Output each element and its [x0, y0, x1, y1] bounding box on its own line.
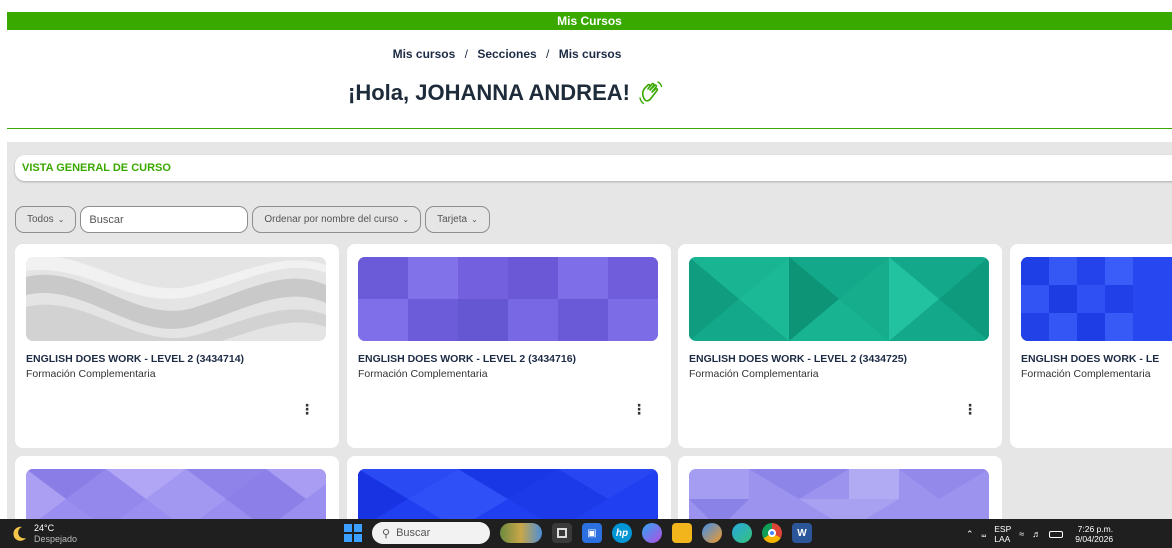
waving-hand-icon	[639, 81, 663, 105]
course-category: Formación Complementaria	[358, 368, 488, 380]
grouping-dropdown[interactable]: Todos ⌄	[15, 206, 77, 233]
course-image[interactable]	[26, 257, 326, 341]
greeting-heading: ¡Hola, JOHANNA ANDREA!	[0, 78, 1014, 108]
location-off-icon[interactable]: ⧢	[982, 529, 987, 540]
course-image[interactable]	[358, 257, 658, 341]
breadcrumb-separator: /	[546, 47, 550, 61]
course-title[interactable]: ENGLISH DOES WORK - LE	[1021, 353, 1159, 365]
windows-start-icon[interactable]	[344, 524, 362, 542]
sort-dropdown[interactable]: Ordenar por nombre del curso ⌄	[252, 206, 422, 233]
store-icon[interactable]: ▣	[582, 523, 602, 543]
taskbar-search[interactable]: ⚲ Buscar	[372, 522, 490, 544]
breadcrumb-item-mis-cursos[interactable]: Mis cursos	[393, 47, 456, 61]
chevron-down-icon: ⌄	[57, 215, 65, 224]
language-region: LAA	[994, 534, 1011, 544]
course-image[interactable]	[358, 469, 658, 519]
course-overview-header: VISTA GENERAL DE CURSO	[15, 155, 1172, 181]
os-taskbar: 24°C Despejado ⚲ Buscar ▣ hp W ⌃ ⧢ ESP L…	[0, 519, 1172, 548]
course-image[interactable]	[689, 469, 989, 519]
more-options-icon[interactable]: ⋮	[632, 402, 646, 416]
course-category: Formación Complementaria	[26, 368, 156, 380]
hp-icon[interactable]: hp	[612, 523, 632, 543]
edge-icon[interactable]	[732, 523, 752, 543]
language-code: ESP	[994, 524, 1012, 534]
clock-date: 9/04/2026	[1075, 534, 1114, 544]
taskbar-clock[interactable]: 7:26 p.m. 9/04/2026	[1075, 524, 1113, 544]
chevron-down-icon: ⌄	[471, 215, 478, 224]
weather-widget[interactable]: 24°C Despejado	[10, 523, 77, 545]
speaker-icon[interactable]: ♬	[1032, 529, 1041, 539]
wifi-icon[interactable]: ≈	[1019, 529, 1024, 539]
grouping-label: Todos	[27, 214, 54, 225]
course-overview-area: VISTA GENERAL DE CURSO Todos ⌄ Ordenar p…	[7, 142, 1172, 519]
greeting-text: ¡Hola, JOHANNA ANDREA!	[348, 80, 630, 105]
course-card[interactable]	[15, 456, 339, 519]
breadcrumb: Mis cursos / Secciones / Mis cursos	[0, 47, 1014, 61]
photos-icon[interactable]	[702, 523, 722, 543]
weather-desc: Despejado	[34, 534, 78, 544]
course-card[interactable]: ENGLISH DOES WORK - LE Formación Complem…	[1010, 244, 1172, 448]
course-search-input[interactable]	[80, 206, 249, 233]
chrome-icon[interactable]	[762, 523, 782, 543]
word-icon[interactable]: W	[792, 523, 812, 543]
taskbar-apps: ⚲ Buscar ▣ hp W	[344, 522, 812, 544]
chevron-down-icon: ⌄	[402, 215, 410, 224]
weather-temp: 24°C	[34, 523, 55, 533]
course-image[interactable]	[689, 257, 989, 341]
course-category: Formación Complementaria	[689, 368, 819, 380]
widgets-icon[interactable]	[500, 523, 542, 543]
moon-icon	[13, 526, 26, 541]
course-card[interactable]: ENGLISH DOES WORK - LEVEL 2 (3434716) Fo…	[347, 244, 671, 448]
course-card[interactable]: ENGLISH DOES WORK - LEVEL 2 (3434725) Fo…	[678, 244, 1002, 448]
banner-title: Mis Cursos	[557, 14, 622, 28]
task-view-icon[interactable]	[552, 523, 572, 543]
search-icon: ⚲	[382, 527, 391, 540]
breadcrumb-item-secciones[interactable]: Secciones	[477, 47, 536, 61]
clock-time: 7:26 p.m.	[1077, 524, 1114, 534]
view-label: Tarjeta	[437, 214, 468, 225]
view-dropdown[interactable]: Tarjeta ⌄	[425, 206, 490, 233]
course-category: Formación Complementaria	[1021, 368, 1151, 380]
course-title[interactable]: ENGLISH DOES WORK - LEVEL 2 (3434716)	[358, 353, 576, 365]
course-title[interactable]: ENGLISH DOES WORK - LEVEL 2 (3434714)	[26, 353, 244, 365]
language-indicator[interactable]: ESP LAA	[994, 524, 1011, 544]
course-image[interactable]	[1021, 257, 1172, 341]
top-banner: Mis Cursos	[7, 12, 1172, 30]
system-tray: ⌃ ⧢ ESP LAA ≈ ♬ 7:26 p.m. 9/04/2026	[966, 524, 1113, 544]
course-card[interactable]: ENGLISH DOES WORK - LEVEL 2 (3434714) Fo…	[15, 244, 339, 448]
header-divider	[7, 128, 1172, 129]
more-options-icon[interactable]: ⋮	[963, 402, 977, 416]
breadcrumb-separator: /	[464, 47, 468, 61]
overview-title: VISTA GENERAL DE CURSO	[22, 162, 171, 174]
filter-bar: Todos ⌄ Ordenar por nombre del curso ⌄ T…	[15, 206, 490, 233]
course-image[interactable]	[26, 469, 326, 519]
more-options-icon[interactable]: ⋮	[300, 402, 314, 416]
chevron-up-icon[interactable]: ⌃	[966, 529, 974, 540]
copilot-icon[interactable]	[642, 523, 662, 543]
course-title[interactable]: ENGLISH DOES WORK - LEVEL 2 (3434725)	[689, 353, 907, 365]
folder-icon[interactable]	[672, 523, 692, 543]
sort-label: Ordenar por nombre del curso	[264, 214, 399, 225]
breadcrumb-item-current[interactable]: Mis cursos	[559, 47, 622, 61]
taskbar-search-label: Buscar	[396, 527, 431, 539]
course-card[interactable]	[678, 456, 1002, 519]
course-card[interactable]	[347, 456, 671, 519]
battery-icon[interactable]	[1049, 530, 1064, 538]
